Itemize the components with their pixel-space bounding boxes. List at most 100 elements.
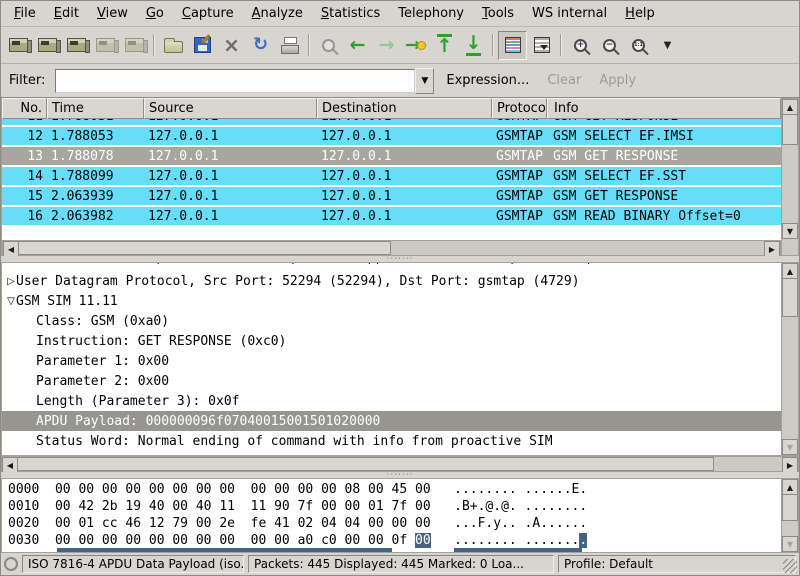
- packet-row-13-selected[interactable]: 13 1.788078 127.0.0.1 127.0.0.1 GSMTAP G…: [2, 147, 781, 167]
- capture-restart-button: [120, 31, 149, 60]
- scroll-down-button[interactable]: ▼: [782, 223, 798, 239]
- more-tools-button[interactable]: ▼: [653, 31, 682, 60]
- detail-line-status-word[interactable]: Status Word: Normal ending of command wi…: [2, 431, 781, 451]
- filter-label[interactable]: Filter:: [5, 73, 49, 88]
- scroll-down-button: ▼: [782, 536, 798, 552]
- menu-edit[interactable]: Edit: [45, 3, 88, 24]
- expression-button[interactable]: Expression...: [440, 73, 535, 88]
- goto-packet-button[interactable]: →: [401, 31, 430, 60]
- profile-status[interactable]: Profile: Default: [558, 555, 796, 573]
- detail-line-clipped[interactable]: Internet Protocol, Src: 127.0.0.1 (127.0…: [2, 263, 781, 271]
- filter-dropdown-button[interactable]: ▼: [415, 68, 434, 94]
- scroll-left-button[interactable]: ◀: [3, 241, 19, 256]
- expander-collapsed-icon[interactable]: ▷: [2, 276, 16, 287]
- printer-icon: [281, 41, 299, 54]
- apply-button: Apply: [593, 73, 642, 88]
- open-file-button[interactable]: [159, 31, 188, 60]
- detail-line-udp[interactable]: ▷User Datagram Protocol, Src Port: 52294…: [2, 271, 781, 291]
- menu-analyze[interactable]: Analyze: [243, 3, 312, 24]
- list-interfaces-button[interactable]: [4, 31, 33, 60]
- expert-info-icon[interactable]: [4, 557, 18, 571]
- filter-entry: ▼: [55, 68, 434, 94]
- vscroll-thumb[interactable]: [782, 115, 798, 145]
- menu-ws-internal[interactable]: WS internal: [523, 3, 616, 24]
- menu-statistics[interactable]: Statistics: [312, 3, 389, 24]
- menu-view[interactable]: View: [88, 3, 137, 24]
- toolbar-separator: [492, 34, 494, 56]
- column-header-time[interactable]: Time: [47, 98, 144, 119]
- column-header-protocol[interactable]: Protocol: [492, 98, 547, 119]
- column-header-info[interactable]: Info: [547, 98, 781, 119]
- hex-row-0010[interactable]: 0010 00 42 2b 19 40 00 40 11 11 90 7f 00…: [8, 499, 781, 516]
- toolbar-separator: [308, 34, 310, 56]
- detail-line-parameter1[interactable]: Parameter 1: 0x00: [2, 351, 781, 371]
- filter-bar: Filter: ▼ Expression... Clear Apply: [1, 64, 799, 98]
- scroll-left-button[interactable]: ◀: [2, 457, 18, 473]
- packet-row-11-clipped[interactable]: 11 1.788031 127.0.0.1 127.0.0.1 GSMTAP G…: [2, 119, 781, 127]
- zoom-in-button[interactable]: +: [566, 31, 595, 60]
- scroll-up-button[interactable]: ▲: [782, 99, 798, 115]
- hex-row-0000[interactable]: 0000 00 00 00 00 00 00 00 00 00 00 00 00…: [8, 482, 781, 499]
- scroll-right-button[interactable]: ▶: [764, 241, 780, 256]
- column-header-source[interactable]: Source: [144, 98, 317, 119]
- menu-help[interactable]: Help: [616, 3, 664, 24]
- detail-line-gsm-sim[interactable]: ▽GSM SIM 11.11: [2, 291, 781, 311]
- auto-scroll-button[interactable]: [527, 31, 556, 60]
- hex-row-0020[interactable]: 0020 00 01 cc 46 12 79 00 2e fe 41 02 04…: [8, 516, 781, 533]
- packet-row-15[interactable]: 15 2.063939 127.0.0.1 127.0.0.1 GSMTAP G…: [2, 187, 781, 207]
- status-bar: ISO 7816-4 APDU Data Payload (iso... Pac…: [1, 553, 799, 575]
- find-packet-button: [314, 31, 343, 60]
- vscroll-thumb[interactable]: [782, 279, 798, 317]
- capture-stop-icon: [96, 38, 115, 52]
- packet-row-16[interactable]: 16 2.063982 127.0.0.1 127.0.0.1 GSMTAP G…: [2, 207, 781, 227]
- vscroll-thumb[interactable]: [782, 495, 798, 521]
- hex-vscrollbar[interactable]: ▲ ▼: [781, 478, 799, 553]
- back-arrow-icon: ←: [350, 36, 366, 55]
- go-back-button[interactable]: ←: [343, 31, 372, 60]
- menu-file[interactable]: File: [5, 3, 45, 24]
- hscroll-thumb[interactable]: [18, 457, 714, 471]
- detail-line-length[interactable]: Length (Parameter 3): 0x0f: [2, 391, 781, 411]
- filter-input[interactable]: [55, 69, 415, 93]
- reload-file-button[interactable]: ↻: [246, 31, 275, 60]
- detail-line-apdu-payload-selected[interactable]: APDU Payload: 000000096f0704001500150102…: [2, 411, 781, 431]
- print-button[interactable]: [275, 31, 304, 60]
- menu-telephony[interactable]: Telephony: [389, 3, 473, 24]
- capture-options-button[interactable]: [33, 31, 62, 60]
- menu-capture[interactable]: Capture: [173, 3, 243, 24]
- wireshark-window: File Edit View Go Capture Analyze Statis…: [0, 0, 800, 576]
- packet-list-vscrollbar[interactable]: ▲ ▼: [781, 98, 799, 256]
- scroll-right-button[interactable]: ▶: [782, 457, 798, 473]
- scroll-up-button[interactable]: ▲: [782, 263, 798, 279]
- hscroll-thumb[interactable]: [19, 241, 391, 255]
- menu-tools[interactable]: Tools: [473, 3, 523, 24]
- close-file-button[interactable]: ×: [217, 31, 246, 60]
- packet-list-header: No. Time Source Destination Protocol Inf…: [2, 98, 781, 119]
- packet-list-pane: No. Time Source Destination Protocol Inf…: [1, 98, 799, 256]
- selected-byte: 00: [415, 533, 431, 548]
- bottom-arrow-icon: ↓: [466, 34, 482, 56]
- detail-line-instruction[interactable]: Instruction: GET RESPONSE (0xc0): [2, 331, 781, 351]
- column-header-destination[interactable]: Destination: [317, 98, 492, 119]
- detail-line-parameter2[interactable]: Parameter 2: 0x00: [2, 371, 781, 391]
- capture-start-button[interactable]: [62, 31, 91, 60]
- toolbar-separator: [153, 34, 155, 56]
- expander-expanded-icon[interactable]: ▽: [2, 296, 16, 307]
- zoom-out-button[interactable]: −: [595, 31, 624, 60]
- goto-bottom-button[interactable]: ↓: [459, 31, 488, 60]
- zoom-100-button[interactable]: 1:1: [624, 31, 653, 60]
- packet-row-12[interactable]: 12 1.788053 127.0.0.1 127.0.0.1 GSMTAP G…: [2, 127, 781, 147]
- column-header-no[interactable]: No.: [2, 98, 47, 119]
- scroll-up-button[interactable]: ▲: [782, 479, 798, 495]
- packet-row-14[interactable]: 14 1.788099 127.0.0.1 127.0.0.1 GSMTAP G…: [2, 167, 781, 187]
- auto-scroll-icon: [534, 37, 550, 53]
- details-vscrollbar[interactable]: ▲ ▼: [781, 262, 799, 456]
- detail-line-class[interactable]: Class: GSM (0xa0): [2, 311, 781, 331]
- colorize-button[interactable]: [498, 31, 527, 60]
- main-toolbar: × ↻ ← → → ↑ ↓ + − 1:1 ▼: [1, 27, 799, 64]
- goto-top-button[interactable]: ↑: [430, 31, 459, 60]
- resize-grip[interactable]: [783, 559, 797, 573]
- save-file-button[interactable]: [188, 31, 217, 60]
- packet-counts-status: Packets: 445 Displayed: 445 Marked: 0 Lo…: [248, 555, 554, 573]
- menu-go[interactable]: Go: [137, 3, 173, 24]
